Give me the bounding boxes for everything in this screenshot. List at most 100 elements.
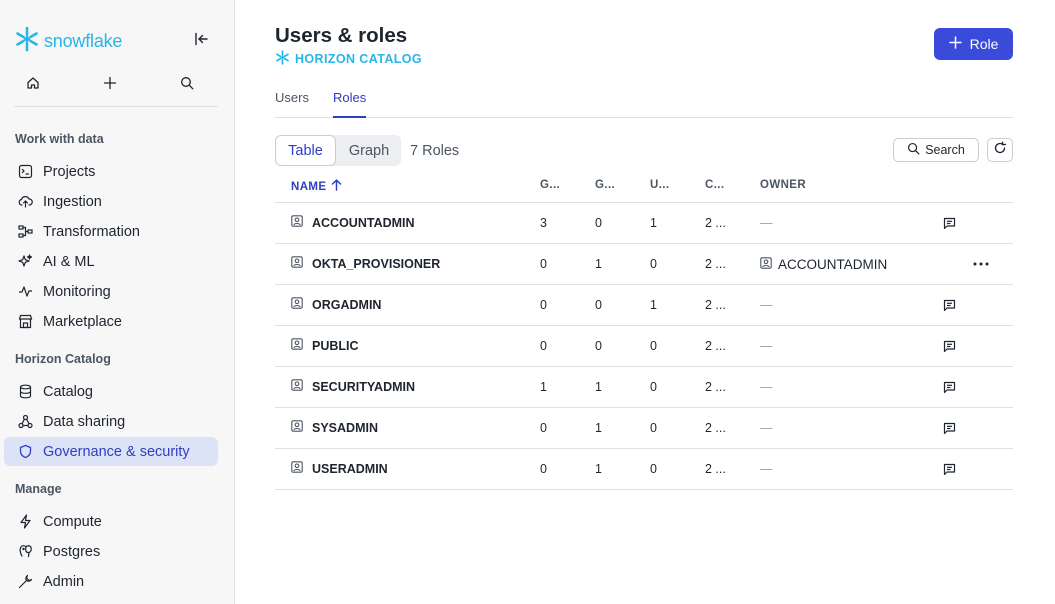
plus-icon[interactable] bbox=[99, 72, 121, 94]
role-name-cell[interactable]: PUBLIC bbox=[291, 338, 359, 353]
sidebar-item-label: Postgres bbox=[43, 543, 101, 560]
cell-u: 0 bbox=[650, 257, 657, 271]
main-content: Users & roles HORIZON CATALOG Role Users… bbox=[235, 0, 1055, 604]
table-row[interactable]: ACCOUNTADMIN 3 0 1 2 ... — bbox=[275, 203, 1013, 244]
owner-name: ACCOUNTADMIN bbox=[778, 257, 888, 272]
postgres-icon bbox=[17, 544, 33, 560]
column-header-c[interactable]: C... bbox=[705, 179, 725, 191]
snowflake-icon bbox=[14, 26, 40, 57]
role-name-cell[interactable]: SYSADMIN bbox=[291, 420, 378, 435]
cell-c: 2 ... bbox=[705, 462, 726, 476]
comment-icon[interactable] bbox=[942, 298, 956, 312]
table-row[interactable]: OKTA_PROVISIONER 0 1 0 2 ... ACCOUNTADMIN bbox=[275, 244, 1013, 285]
sidebar-item-label: Catalog bbox=[43, 383, 93, 400]
cell-u: 0 bbox=[650, 421, 657, 435]
comment-icon[interactable] bbox=[942, 462, 956, 476]
owner-cell: — bbox=[760, 298, 773, 312]
owner-cell: — bbox=[760, 462, 773, 476]
column-header-g2[interactable]: G... bbox=[595, 179, 615, 191]
cell-g1: 0 bbox=[540, 421, 547, 435]
role-name-cell[interactable]: ORGADMIN bbox=[291, 297, 381, 312]
table-row[interactable]: ORGADMIN 0 0 1 2 ... — bbox=[275, 285, 1013, 326]
comment-icon[interactable] bbox=[942, 216, 956, 230]
role-name-cell[interactable]: ACCOUNTADMIN bbox=[291, 215, 415, 230]
table-row[interactable]: SECURITYADMIN 1 1 0 2 ... — bbox=[275, 367, 1013, 408]
sidebar-item-compute[interactable]: Compute bbox=[4, 507, 218, 536]
table-row[interactable]: SYSADMIN 0 1 0 2 ... — bbox=[275, 408, 1013, 449]
owner-cell: — bbox=[760, 380, 773, 394]
tab-bar: Users Roles bbox=[275, 90, 1013, 118]
wrench-icon bbox=[17, 574, 33, 590]
sidebar-item-data-sharing[interactable]: Data sharing bbox=[4, 407, 218, 436]
sidebar-item-label: Compute bbox=[43, 513, 102, 530]
comment-icon[interactable] bbox=[942, 380, 956, 394]
sort-ascending-icon bbox=[331, 179, 342, 194]
role-name-cell[interactable]: OKTA_PROVISIONER bbox=[291, 256, 440, 271]
sidebar-item-monitoring[interactable]: Monitoring bbox=[4, 277, 218, 306]
role-icon bbox=[291, 338, 303, 353]
search-icon bbox=[907, 142, 920, 158]
cell-g1: 0 bbox=[540, 462, 547, 476]
search-label: Search bbox=[925, 143, 965, 157]
snowflake-logo[interactable]: snowflake bbox=[14, 26, 122, 57]
comment-icon[interactable] bbox=[942, 421, 956, 435]
sidebar-item-label: Projects bbox=[43, 163, 96, 180]
comment-icon[interactable] bbox=[942, 339, 956, 353]
table-view-button[interactable]: Table bbox=[275, 135, 336, 166]
column-header-name[interactable]: NAME bbox=[291, 179, 342, 194]
role-name: PUBLIC bbox=[312, 338, 359, 353]
sidebar-item-label: Monitoring bbox=[43, 283, 111, 300]
column-header-g1[interactable]: G... bbox=[540, 179, 560, 191]
snowflake-icon bbox=[275, 50, 290, 68]
cell-g1: 1 bbox=[540, 380, 547, 394]
brand-name: snowflake bbox=[44, 31, 123, 51]
sidebar-item-label: Ingestion bbox=[43, 193, 102, 210]
table-row[interactable]: USERADMIN 0 1 0 2 ... — bbox=[275, 449, 1013, 490]
sidebar-item-admin[interactable]: Admin bbox=[4, 567, 218, 596]
bolt-icon bbox=[17, 514, 33, 530]
page-subtitle[interactable]: HORIZON CATALOG bbox=[275, 50, 422, 68]
database-icon bbox=[17, 384, 33, 400]
sidebar-item-ingestion[interactable]: Ingestion bbox=[4, 187, 218, 216]
sidebar-item-label: Marketplace bbox=[43, 313, 122, 330]
sidebar-item-transformation[interactable]: Transformation bbox=[4, 217, 218, 246]
role-icon bbox=[291, 379, 303, 394]
table-row[interactable]: PUBLIC 0 0 0 2 ... — bbox=[275, 326, 1013, 367]
role-name-cell[interactable]: USERADMIN bbox=[291, 461, 388, 476]
search-icon[interactable] bbox=[176, 72, 198, 94]
roles-table: NAME G... G... U... C... OWNER ACCOUNTAD… bbox=[275, 170, 1013, 490]
search-button[interactable]: Search bbox=[893, 138, 979, 162]
tab-roles[interactable]: Roles bbox=[333, 90, 367, 118]
owner-cell: — bbox=[760, 339, 773, 353]
cell-c: 2 ... bbox=[705, 339, 726, 353]
cell-u: 0 bbox=[650, 339, 657, 353]
sidebar-item-governance-security[interactable]: Governance & security bbox=[4, 437, 218, 466]
cell-g2: 1 bbox=[595, 421, 602, 435]
shield-icon bbox=[17, 444, 33, 460]
graph-view-button[interactable]: Graph bbox=[337, 135, 401, 166]
column-header-owner[interactable]: OWNER bbox=[760, 179, 806, 191]
collapse-sidebar-icon[interactable] bbox=[192, 30, 210, 48]
cell-g2: 1 bbox=[595, 257, 602, 271]
home-icon[interactable] bbox=[22, 72, 44, 94]
role-name-cell[interactable]: SECURITYADMIN bbox=[291, 379, 415, 394]
tab-users[interactable]: Users bbox=[275, 90, 309, 118]
sidebar-item-projects[interactable]: Projects bbox=[4, 157, 218, 186]
sidebar: snowflake Work with data Projects Ingest… bbox=[0, 0, 235, 604]
sidebar-item-marketplace[interactable]: Marketplace bbox=[4, 307, 218, 336]
refresh-button[interactable] bbox=[987, 138, 1013, 162]
add-role-button[interactable]: Role bbox=[934, 28, 1013, 60]
sidebar-item-postgres[interactable]: Postgres bbox=[4, 537, 218, 566]
column-header-u[interactable]: U... bbox=[650, 179, 670, 191]
section-title-work-with-data: Work with data bbox=[15, 132, 104, 146]
owner-cell[interactable]: ACCOUNTADMIN bbox=[760, 257, 887, 272]
owner-cell: — bbox=[760, 421, 773, 435]
cell-g1: 3 bbox=[540, 216, 547, 230]
more-options-icon[interactable] bbox=[972, 257, 990, 271]
cell-c: 2 ... bbox=[705, 257, 726, 271]
quick-actions bbox=[14, 72, 218, 94]
role-icon bbox=[760, 257, 772, 272]
sidebar-item-ai-ml[interactable]: AI & ML bbox=[4, 247, 218, 276]
role-name: SYSADMIN bbox=[312, 420, 378, 435]
sidebar-item-catalog[interactable]: Catalog bbox=[4, 377, 218, 406]
